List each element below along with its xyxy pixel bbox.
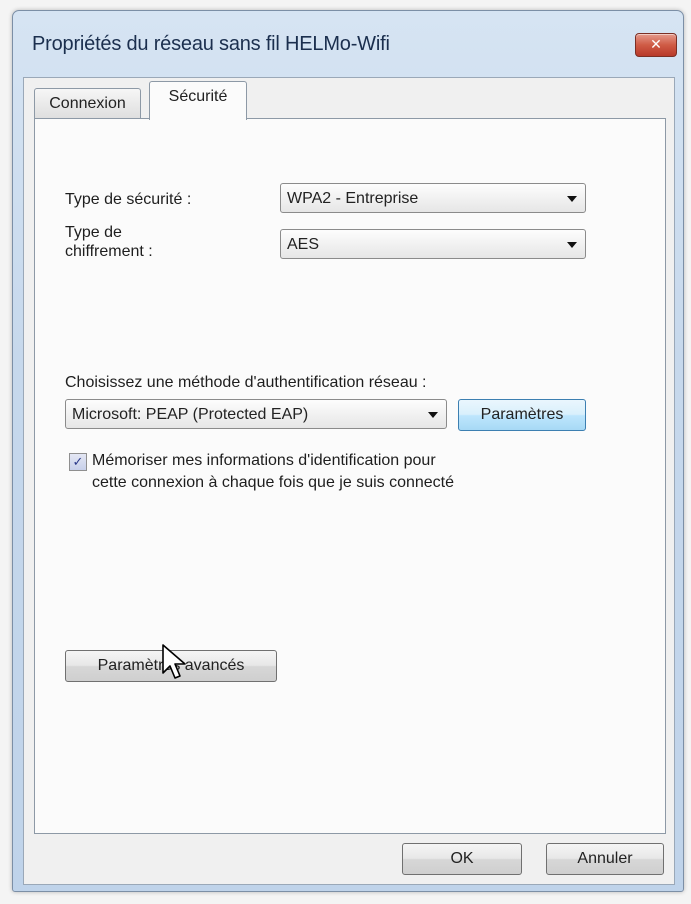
- tab-securite[interactable]: Sécurité: [149, 81, 247, 120]
- remember-credentials-label-line1: Mémoriser mes informations d'identificat…: [92, 452, 436, 469]
- auth-method-label: Choisissez une méthode d'authentificatio…: [65, 374, 427, 391]
- window-title: Propriétés du réseau sans fil HELMo-Wifi: [32, 33, 390, 55]
- tab-connexion[interactable]: Connexion: [34, 88, 141, 119]
- chevron-down-icon: [567, 196, 577, 202]
- encryption-type-label-line2: chiffrement :: [65, 243, 153, 260]
- ok-button[interactable]: OK: [402, 843, 522, 875]
- client-area: Connexion Sécurité Type de sécurité : WP…: [23, 77, 675, 885]
- dialog-window: Propriétés du réseau sans fil HELMo-Wifi…: [12, 10, 684, 892]
- encryption-type-label-line1: Type de: [65, 224, 122, 241]
- arrow-cursor-icon: [162, 644, 186, 679]
- chevron-down-icon: [567, 242, 577, 248]
- close-icon: ✕: [650, 36, 662, 52]
- remember-credentials-checkbox[interactable]: ✓: [69, 453, 87, 471]
- remember-credentials-label-line2: cette connexion à chaque fois que je sui…: [92, 474, 455, 491]
- security-tab-panel: Type de sécurité : WPA2 - Entreprise Typ…: [34, 118, 666, 834]
- security-type-label: Type de sécurité :: [65, 191, 192, 208]
- auth-settings-button[interactable]: Paramètres: [458, 399, 586, 431]
- security-type-value: WPA2 - Entreprise: [287, 190, 419, 207]
- chevron-down-icon: [428, 412, 438, 418]
- close-button[interactable]: ✕: [635, 33, 677, 57]
- cancel-button[interactable]: Annuler: [546, 843, 664, 875]
- encryption-type-select[interactable]: AES: [280, 229, 586, 259]
- auth-method-value: Microsoft: PEAP (Protected EAP): [72, 406, 309, 423]
- checkmark-icon: ✓: [72, 454, 84, 469]
- encryption-type-value: AES: [287, 236, 320, 253]
- auth-method-select[interactable]: Microsoft: PEAP (Protected EAP): [65, 399, 447, 429]
- security-type-select[interactable]: WPA2 - Entreprise: [280, 183, 586, 213]
